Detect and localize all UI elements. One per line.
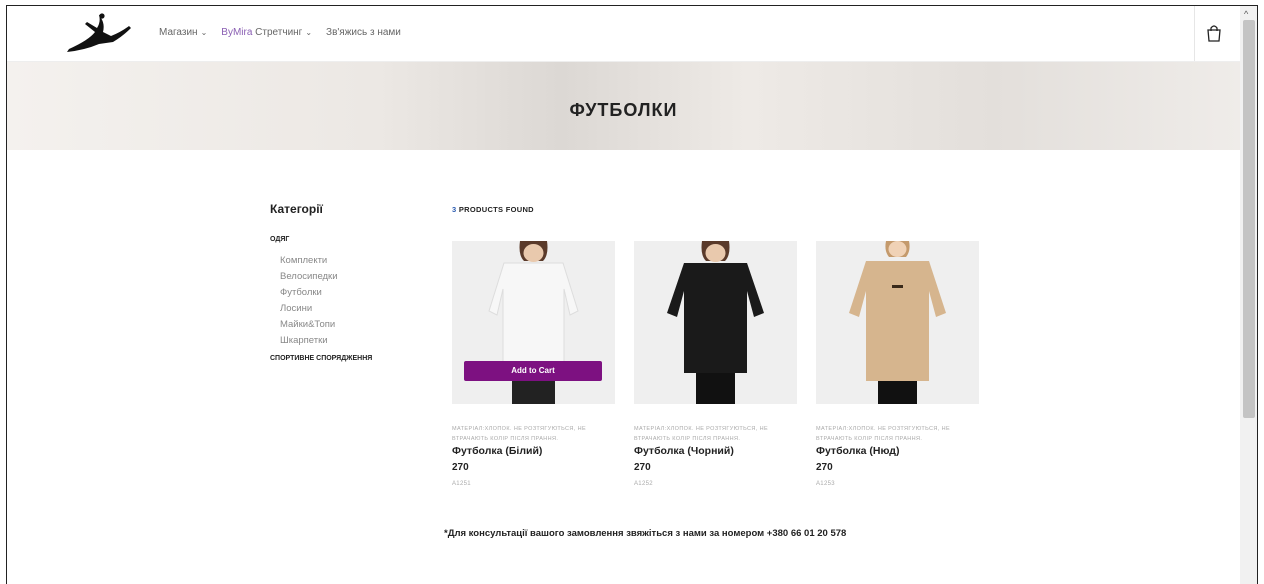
- category-link[interactable]: Майки&Топи: [280, 319, 372, 330]
- product-image[interactable]: Add to Cart: [452, 241, 615, 404]
- product-sku: A1251: [452, 481, 471, 487]
- product-image[interactable]: [816, 241, 979, 404]
- product-description: МАТЕРІАЛ:ХЛОПОК. НЕ РОЗТЯГУЮТЬСЯ, НЕ ВТР…: [452, 426, 587, 442]
- arrow-up-icon[interactable]: ^: [1244, 9, 1248, 19]
- product-price: 270: [452, 462, 469, 473]
- product-card[interactable]: Add to Cart МАТЕРІАЛ:ХЛОПОК. НЕ РОЗТЯГУЮ…: [452, 241, 615, 487]
- dancer-logo[interactable]: [65, 12, 135, 56]
- product-card[interactable]: МАТЕРІАЛ:ХЛОПОК. НЕ РОЗТЯГУЮТЬСЯ, НЕ ВТР…: [634, 241, 797, 487]
- browser-frame: Магазин ⌄ ByMira Стретчинг ⌄ Зв'яжись з …: [6, 5, 1258, 584]
- product-sku: A1252: [634, 481, 653, 487]
- product-name[interactable]: Футболка (Білий): [452, 445, 615, 457]
- product-image[interactable]: [634, 241, 797, 404]
- model-tshirt-image: [667, 241, 764, 404]
- category-link[interactable]: Велосипедки: [280, 271, 372, 282]
- product-sku: A1253: [816, 481, 835, 487]
- chevron-down-icon: ⌄: [200, 28, 208, 37]
- nav-shop[interactable]: Магазин ⌄: [159, 27, 207, 38]
- products-found-label: PRODUCTS FOUND: [456, 205, 534, 214]
- model-tshirt-image: [849, 241, 946, 404]
- main-nav: Магазин ⌄ ByMira Стретчинг ⌄ Зв'яжись з …: [159, 27, 401, 38]
- nav-bymira-label: ByMira Стретчинг: [221, 27, 302, 38]
- nav-contact[interactable]: Зв'яжись з нами: [326, 27, 401, 38]
- nav-bymira-rest: Стретчинг: [252, 27, 303, 38]
- category-clothing[interactable]: ОДЯГ: [270, 236, 372, 243]
- navbar-divider: [1194, 6, 1195, 61]
- product-price: 270: [816, 462, 833, 473]
- category-link[interactable]: Шкарпетки: [280, 335, 372, 346]
- add-to-cart-button[interactable]: Add to Cart: [464, 361, 602, 381]
- category-link[interactable]: Комплекти: [280, 255, 372, 266]
- brand-text: ByMira: [221, 27, 253, 38]
- product-price: 270: [634, 462, 651, 473]
- category-sports-equipment[interactable]: СПОРТИВНЕ СПОРЯДЖЕННЯ: [270, 355, 372, 362]
- product-description: МАТЕРІАЛ:ХЛОПОК. НЕ РОЗТЯГУЮТЬСЯ, НЕ ВТР…: [816, 426, 951, 442]
- product-card[interactable]: МАТЕРІАЛ:ХЛОПОК. НЕ РОЗТЯГУЮТЬСЯ, НЕ ВТР…: [816, 241, 979, 487]
- page-title: ФУТБОЛКИ: [569, 100, 678, 120]
- chevron-down-icon: ⌄: [305, 28, 313, 37]
- vertical-scrollbar[interactable]: ^: [1240, 6, 1257, 584]
- category-link[interactable]: Лосини: [280, 303, 372, 314]
- scrollbar-thumb[interactable]: [1243, 20, 1255, 418]
- products-found: 3 PRODUCTS FOUND: [452, 205, 534, 214]
- category-sidebar: Категорії ОДЯГ Комплекти Велосипедки Фут…: [270, 202, 372, 362]
- category-link[interactable]: Футболки: [280, 287, 372, 298]
- product-description: МАТЕРІАЛ:ХЛОПОК. НЕ РОЗТЯГУЮТЬСЯ, НЕ ВТР…: [634, 426, 769, 442]
- top-navbar: Магазин ⌄ ByMira Стретчинг ⌄ Зв'яжись з …: [7, 6, 1240, 62]
- nav-shop-label: Магазин: [159, 27, 198, 38]
- product-name[interactable]: Футболка (Нюд): [816, 445, 979, 457]
- hero-banner: ФУТБОЛКИ: [7, 62, 1240, 150]
- nav-bymira-stretching[interactable]: ByMira Стретчинг ⌄: [221, 27, 312, 38]
- product-name[interactable]: Футболка (Чорний): [634, 445, 797, 457]
- shopping-bag-icon[interactable]: [1206, 24, 1222, 42]
- consultation-note: *Для консультації вашого замовлення звяж…: [444, 528, 847, 539]
- categories-heading: Категорії: [270, 202, 323, 216]
- nav-contact-label: Зв'яжись з нами: [326, 27, 401, 38]
